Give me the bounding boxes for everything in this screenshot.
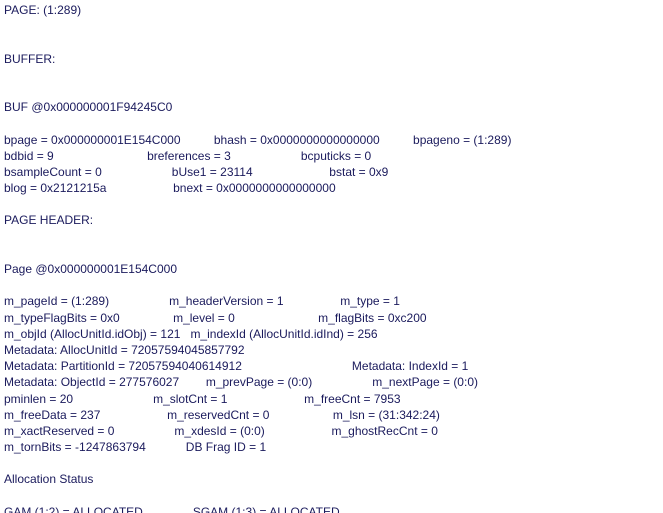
partitionId: 72057594040614912	[128, 359, 241, 373]
page-addr: 0x000000001E154C000	[48, 262, 177, 276]
dbFragId: 1	[259, 440, 266, 454]
m-tornBits: -1247863794	[75, 440, 146, 454]
indexIdMeta: 1	[462, 359, 469, 373]
allocUnitId: 72057594045857792	[131, 343, 244, 357]
bnext: 0x0000000000000000	[216, 181, 335, 195]
m-freeCnt: 7953	[374, 392, 401, 406]
sgam-status: SGAM (1:3) = ALLOCATED	[193, 505, 340, 513]
m-pageId: (1:289)	[71, 294, 109, 308]
m-reservedCnt: 0	[263, 408, 270, 422]
bcputicks: 0	[365, 149, 372, 163]
m-flagBits: 0xc200	[388, 311, 427, 325]
dbcc-page-output: PAGE: (1:289) BUFFER: BUF @0x000000001F9…	[0, 0, 663, 513]
bsampleCount: 0	[95, 165, 102, 179]
bpage: 0x000000001E154C000	[51, 133, 180, 147]
buf-addr: 0x000000001F94245C0	[44, 100, 173, 114]
m-slotCnt: 1	[221, 392, 228, 406]
bdbid: 9	[47, 149, 54, 163]
bhash: 0x0000000000000000	[260, 133, 379, 147]
m-objId: 121	[160, 327, 180, 341]
bstat: 0x9	[369, 165, 388, 179]
m-nextPage: (0:0)	[453, 375, 478, 389]
m-type: 1	[393, 294, 400, 308]
page-id: (1:289)	[43, 3, 81, 17]
bpageno: (1:289)	[473, 133, 511, 147]
blog: 0x2121215a	[40, 181, 106, 195]
m-prevPage: (0:0)	[288, 375, 313, 389]
objectIdMeta: 277576027	[119, 375, 179, 389]
m-indexId: 256	[358, 327, 378, 341]
gam-status: GAM (1:2) = ALLOCATED	[4, 505, 143, 513]
pminlen: 20	[60, 392, 73, 406]
m-ghostRecCnt: 0	[431, 424, 438, 438]
m-lsn: (31:342:24)	[379, 408, 440, 422]
m-typeFlagBits: 0x0	[100, 311, 119, 325]
m-level: 0	[228, 311, 235, 325]
m-xactReserved: 0	[108, 424, 115, 438]
bUse1: 23114	[220, 165, 252, 179]
breferences: 3	[224, 149, 231, 163]
m-freeData: 237	[80, 408, 100, 422]
m-xdesId: (0:0)	[240, 424, 265, 438]
m-headerVersion: 1	[277, 294, 284, 308]
